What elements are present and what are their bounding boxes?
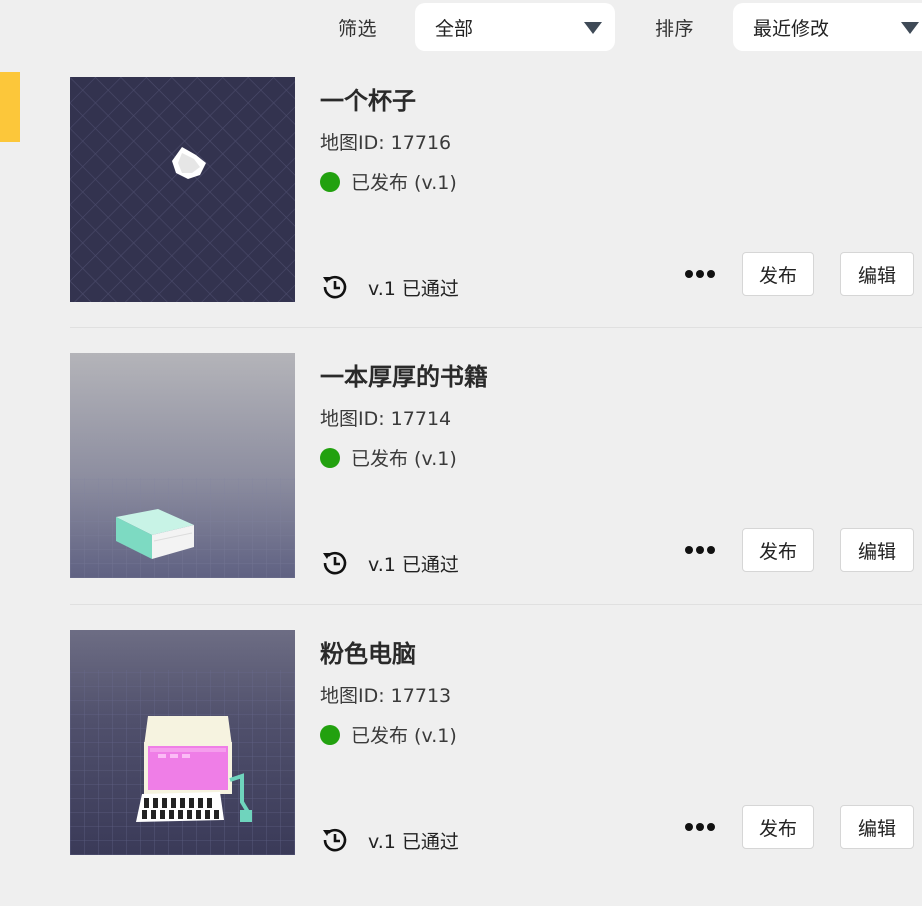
- sort-label: 排序: [655, 18, 695, 40]
- version-history[interactable]: v.1 已通过: [320, 548, 459, 578]
- status-dot-icon: [320, 724, 340, 745]
- map-id: 地图ID: 17716: [320, 132, 452, 154]
- pink-computer-thumbnail-image: [70, 630, 295, 855]
- status-text: 已发布 (v.1): [351, 172, 457, 194]
- more-options-icon[interactable]: [683, 261, 717, 287]
- history-text: v.1 已通过: [368, 830, 459, 853]
- pink-computer-thumbnail[interactable]: [70, 630, 295, 855]
- status-badge: 已发布 (v.1): [320, 721, 457, 748]
- status-text: 已发布 (v.1): [351, 725, 457, 747]
- status-dot-icon: [320, 171, 340, 192]
- publish-button[interactable]: 发布: [742, 252, 814, 296]
- map-card: 一个杯子 地图ID: 17716 已发布 (v.1) v.1 已通过 发布 编辑: [70, 77, 922, 353]
- history-clock-icon: [323, 828, 347, 852]
- status-badge: 已发布 (v.1): [320, 444, 457, 471]
- status-dot-icon: [320, 447, 340, 468]
- map-id: 地图ID: 17714: [320, 408, 452, 430]
- map-card: 一本厚厚的书籍 地图ID: 17714 已发布 (v.1) v.1 已通过 发布…: [70, 353, 922, 629]
- publish-button[interactable]: 发布: [742, 528, 814, 572]
- history-text: v.1 已通过: [368, 277, 459, 300]
- version-history[interactable]: v.1 已通过: [320, 825, 459, 855]
- sort-select-value: 最近修改: [753, 17, 830, 40]
- history-clock-icon: [323, 551, 347, 575]
- version-history[interactable]: v.1 已通过: [320, 272, 459, 302]
- caret-down-icon: [901, 22, 919, 34]
- history-text: v.1 已通过: [368, 553, 459, 576]
- history-clock-icon: [323, 275, 347, 299]
- sort-select[interactable]: 最近修改: [733, 3, 922, 51]
- edit-button[interactable]: 编辑: [840, 805, 914, 849]
- more-options-icon[interactable]: [683, 537, 717, 563]
- book-thumbnail[interactable]: [70, 353, 295, 578]
- map-title: 一个杯子: [320, 87, 416, 115]
- card-divider: [70, 604, 922, 605]
- edit-button[interactable]: 编辑: [840, 252, 914, 296]
- map-card: 粉色电脑 地图ID: 17713 已发布 (v.1) v.1 已通过 发布 编辑: [70, 630, 922, 906]
- status-text: 已发布 (v.1): [351, 448, 457, 470]
- book-thumbnail-image: [70, 353, 295, 578]
- filter-select[interactable]: 全部: [415, 3, 615, 51]
- publish-button[interactable]: 发布: [742, 805, 814, 849]
- side-accent-tab[interactable]: [0, 72, 20, 142]
- filter-label: 筛选: [338, 18, 378, 40]
- map-id: 地图ID: 17713: [320, 685, 452, 707]
- caret-down-icon: [584, 22, 602, 34]
- status-badge: 已发布 (v.1): [320, 168, 457, 195]
- card-divider: [70, 327, 922, 328]
- cup-thumbnail-image: [70, 77, 295, 302]
- filter-bar: 筛选 全部 排序 最近修改: [0, 0, 922, 60]
- filter-select-value: 全部: [435, 17, 474, 40]
- map-title: 粉色电脑: [320, 640, 416, 668]
- edit-button[interactable]: 编辑: [840, 528, 914, 572]
- more-options-icon[interactable]: [683, 814, 717, 840]
- cup-thumbnail[interactable]: [70, 77, 295, 302]
- map-title: 一本厚厚的书籍: [320, 363, 488, 391]
